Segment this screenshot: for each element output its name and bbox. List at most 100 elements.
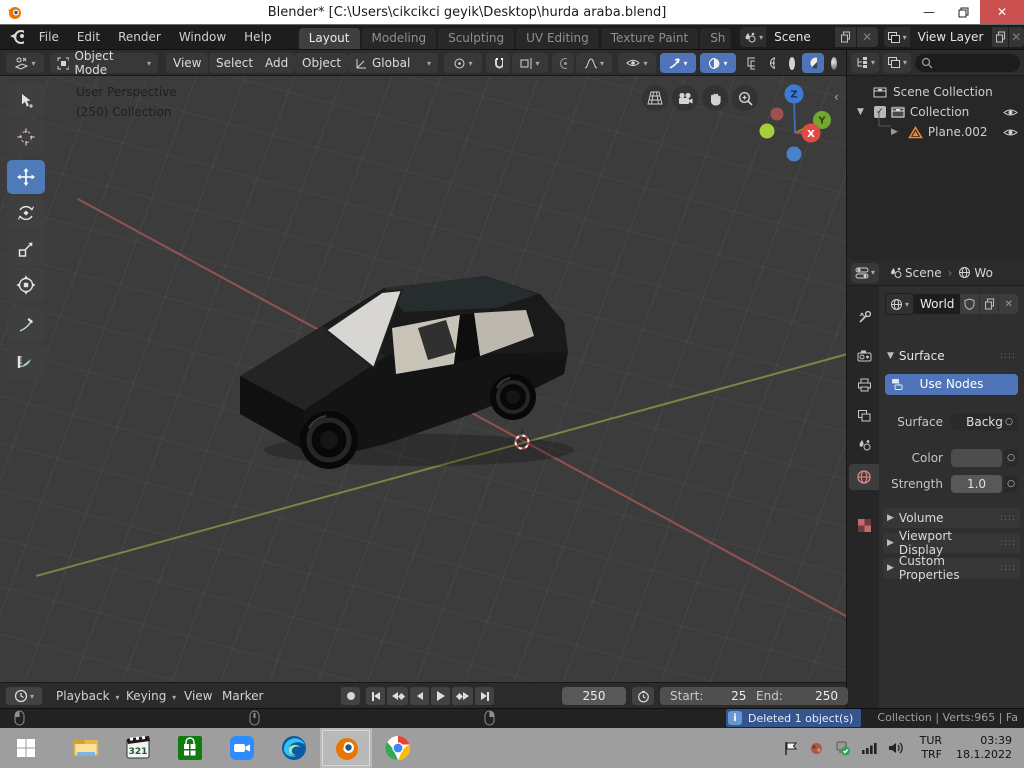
timeline-menu-keying[interactable]: Keying ▾ (126, 689, 176, 703)
surface-value-dropdown[interactable]: Backg ○ (951, 413, 1018, 431)
taskbar-media-player-classic[interactable]: 321 (112, 728, 164, 768)
taskbar-clock[interactable]: TUR 03:39 TRF 18.1.2022 (920, 734, 1012, 762)
viewport-display-section-header[interactable]: ▶ Viewport Display :::: (883, 533, 1020, 553)
viewport-3d[interactable]: User Perspective (250) Collection (0, 76, 846, 682)
transform-orientation-dropdown[interactable]: Global ▾ (348, 53, 438, 73)
timeline-editor-type-button[interactable]: ▾ (6, 687, 42, 705)
breadcrumb-scene[interactable]: Scene (905, 266, 942, 280)
workspace-tab-sculpting[interactable]: Sculpting (438, 28, 514, 49)
safely-remove-hardware-icon[interactable] (834, 740, 851, 756)
menu-select[interactable]: Select (209, 53, 260, 73)
world-browse-button[interactable]: ▾ (885, 293, 914, 315)
outliner-editor-type-button[interactable]: ▾ (851, 53, 879, 73)
keyboard-indicator[interactable]: TRF (920, 748, 942, 762)
menu-object[interactable]: Object (295, 53, 348, 73)
current-frame-input[interactable]: 250 (562, 687, 626, 705)
tab-output[interactable] (849, 372, 879, 398)
view-layer-remove-button[interactable]: ✕ (1008, 27, 1024, 47)
action-center-flag-icon[interactable] (783, 741, 799, 756)
expand-arrow-icon[interactable]: ▼ (857, 107, 864, 117)
taskbar-blender[interactable] (320, 728, 372, 768)
tray-app-icon[interactable] (809, 741, 824, 756)
move-tool-button[interactable] (7, 160, 45, 194)
workspace-tab-texture-paint[interactable]: Texture Paint (601, 28, 698, 49)
cursor-tool-button[interactable] (7, 120, 45, 154)
outliner-row-scene-collection[interactable]: Scene Collection (847, 82, 1024, 102)
taskbar-zoom[interactable] (216, 728, 268, 768)
snap-toggle[interactable] (486, 53, 510, 73)
surface-section-header[interactable]: ▼ Surface :::: (883, 346, 1020, 366)
world-unlink-button[interactable]: ✕ (999, 294, 1018, 314)
menu-render[interactable]: Render (109, 25, 170, 49)
shading-material-button[interactable] (802, 53, 824, 73)
next-keyframe-button[interactable] (452, 687, 473, 705)
volume-section-header[interactable]: ▶ Volume :::: (883, 508, 1020, 528)
measure-tool-button[interactable] (7, 344, 45, 378)
drag-dots[interactable]: :::: (1000, 513, 1016, 523)
scene-copy-button[interactable] (834, 27, 856, 47)
camera-view-button[interactable] (672, 85, 698, 111)
taskbar-file-explorer[interactable] (60, 728, 112, 768)
drag-dots[interactable]: :::: (1000, 563, 1016, 573)
toggle-ortho-button[interactable] (642, 85, 668, 111)
strength-input[interactable]: 1.0 (951, 475, 1002, 493)
color-socket-button[interactable]: ○ (1004, 449, 1018, 467)
timeline-menu-marker[interactable]: Marker (222, 689, 263, 703)
proportional-falloff-dropdown[interactable]: ▾ (576, 53, 612, 73)
outliner-search-input[interactable] (915, 54, 1020, 72)
workspace-tab-modeling[interactable]: Modeling (362, 28, 437, 49)
pivot-point-dropdown[interactable]: ▾ (444, 53, 482, 73)
outliner-filter-button[interactable]: ▾ (883, 53, 911, 73)
jump-to-end-button[interactable] (475, 687, 494, 705)
minimize-button[interactable]: — (912, 0, 946, 24)
tab-tool[interactable] (849, 304, 879, 330)
close-button[interactable]: ✕ (980, 0, 1024, 24)
world-copy-button[interactable] (980, 294, 999, 314)
proportional-editing-toggle[interactable] (552, 53, 574, 73)
drag-dots[interactable]: :::: (1000, 538, 1016, 548)
timeline-menu-view[interactable]: View (184, 689, 212, 703)
menu-add[interactable]: Add (258, 53, 295, 73)
eye-visibility-icon[interactable] (1003, 107, 1018, 118)
scene-browse-button[interactable]: ▾ (740, 27, 766, 47)
prev-keyframe-button[interactable] (387, 687, 408, 705)
menu-view[interactable]: View (166, 53, 208, 73)
end-frame-input[interactable]: End: 250 (746, 687, 848, 705)
taskbar-edge[interactable] (268, 728, 320, 768)
maximize-button[interactable] (946, 0, 980, 24)
scene-unlink-button[interactable]: ✕ (856, 27, 878, 47)
eye-visibility-icon[interactable] (1003, 127, 1018, 138)
play-reverse-button[interactable] (410, 687, 429, 705)
rotate-tool-button[interactable] (7, 196, 45, 230)
tab-scene[interactable] (849, 432, 879, 458)
custom-properties-section-header[interactable]: ▶ Custom Properties :::: (883, 558, 1020, 578)
show-overlays-toggle[interactable]: ▾ (700, 53, 736, 73)
view-layer-browse-button[interactable]: ▾ (884, 27, 910, 47)
snap-settings-dropdown[interactable]: ▾ (512, 53, 548, 73)
properties-editor-type-button[interactable]: ▾ (851, 263, 879, 283)
object-visibility-dropdown[interactable]: ▾ (618, 53, 656, 73)
tab-texture[interactable] (849, 512, 879, 538)
fake-user-button[interactable] (960, 294, 979, 314)
breadcrumb-world[interactable]: Wo (974, 266, 993, 280)
shading-rendered-button[interactable] (824, 53, 844, 73)
show-gizmos-toggle[interactable]: ▾ (660, 53, 696, 73)
shading-wireframe-button[interactable] (762, 53, 782, 73)
menu-file[interactable]: File (30, 25, 68, 49)
record-button[interactable] (341, 687, 360, 705)
start-button[interactable] (0, 728, 52, 768)
use-nodes-button[interactable]: Use Nodes (885, 374, 1018, 395)
network-signal-icon[interactable] (861, 741, 878, 755)
shading-solid-button[interactable] (782, 53, 802, 73)
annotate-tool-button[interactable] (7, 308, 45, 342)
tab-render[interactable] (849, 342, 879, 368)
color-swatch[interactable] (951, 449, 1002, 467)
drag-dots[interactable]: :::: (1000, 351, 1016, 361)
language-indicator[interactable]: TUR (920, 734, 942, 748)
world-name-field[interactable]: World (914, 294, 960, 314)
status-report-badge[interactable]: i Deleted 1 object(s) (726, 709, 861, 727)
taskbar-chrome[interactable] (372, 728, 424, 768)
transform-tool-button[interactable] (7, 268, 45, 302)
taskbar-microsoft-store[interactable] (164, 728, 216, 768)
mode-dropdown[interactable]: Object Mode ▾ (50, 53, 158, 73)
